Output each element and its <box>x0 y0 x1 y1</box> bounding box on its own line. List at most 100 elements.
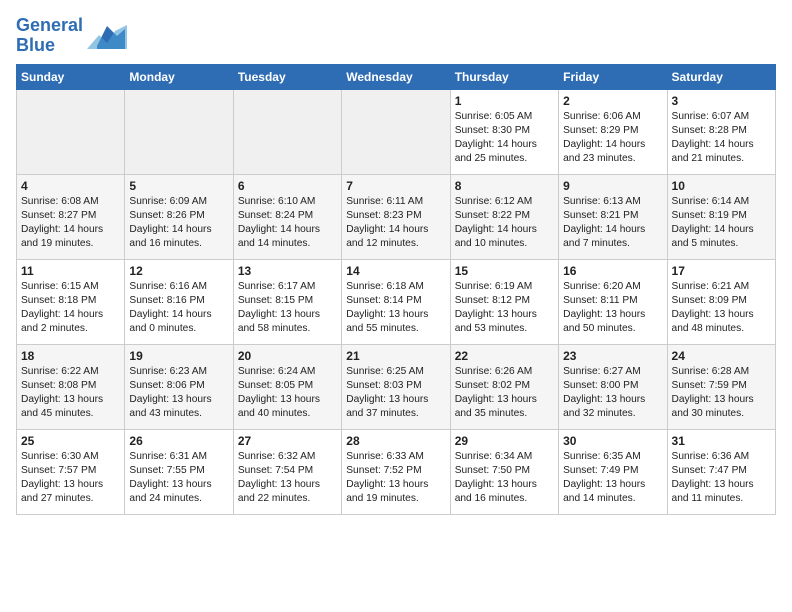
day-number: 26 <box>129 434 228 448</box>
calendar-day: 27 Sunrise: 6:32 AMSunset: 7:54 PMDayligh… <box>233 429 341 514</box>
calendar-day: 22Sunrise: 6:26 AMSunset: 8:02 PMDayligh… <box>450 344 558 429</box>
calendar-day: 25Sunrise: 6:30 AMSunset: 7:57 PMDayligh… <box>17 429 125 514</box>
calendar-day: 19 Sunrise: 6:23 AMSunset: 8:06 PMDayligh… <box>125 344 233 429</box>
calendar-day: 24 Sunrise: 6:28 AMSunset: 7:59 PMDayligh… <box>667 344 775 429</box>
day-info: Sunrise: 6:11 AMSunset: 8:23 PMDaylight:… <box>346 195 445 252</box>
calendar-day <box>233 89 341 174</box>
logo-general: General <box>16 15 83 35</box>
day-number: 12 <box>129 264 228 278</box>
day-number: 19 <box>129 349 228 363</box>
calendar-day: 13 Sunrise: 6:17 AMSunset: 8:15 PMDayligh… <box>233 259 341 344</box>
calendar-day: 2 Sunrise: 6:06 AMSunset: 8:29 PMDaylight… <box>559 89 667 174</box>
day-info: Sunrise: 6:28 AMSunset: 7:59 PMDaylight:… <box>672 365 771 422</box>
day-info: Sunrise: 6:15 AMSunset: 8:18 PMDaylight:… <box>21 280 120 337</box>
calendar-day: 20 Sunrise: 6:24 AMSunset: 8:05 PMDayligh… <box>233 344 341 429</box>
day-info: Sunrise: 6:09 AMSunset: 8:26 PMDaylight:… <box>129 195 228 252</box>
calendar-day: 1 Sunrise: 6:05 AMSunset: 8:30 PMDaylight… <box>450 89 558 174</box>
day-info: Sunrise: 6:07 AMSunset: 8:28 PMDaylight:… <box>672 110 771 167</box>
calendar-day: 3 Sunrise: 6:07 AMSunset: 8:28 PMDaylight… <box>667 89 775 174</box>
day-number: 31 <box>672 434 771 448</box>
weekday-friday: Friday <box>559 64 667 89</box>
day-info: Sunrise: 6:20 AMSunset: 8:11 PMDaylight:… <box>563 280 662 337</box>
logo: General Blue <box>16 16 127 56</box>
day-info: Sunrise: 6:17 AMSunset: 8:15 PMDaylight:… <box>238 280 337 337</box>
day-number: 29 <box>455 434 554 448</box>
day-number: 3 <box>672 94 771 108</box>
weekday-saturday: Saturday <box>667 64 775 89</box>
calendar-week-4: 18 Sunrise: 6:22 AMSunset: 8:08 PMDayligh… <box>17 344 776 429</box>
calendar-day: 10 Sunrise: 6:14 AMSunset: 8:19 PMDayligh… <box>667 174 775 259</box>
day-info: Sunrise: 6:18 AMSunset: 8:14 PMDaylight:… <box>346 280 445 337</box>
day-number: 14 <box>346 264 445 278</box>
logo-icon <box>87 21 127 51</box>
day-number: 15 <box>455 264 554 278</box>
day-number: 1 <box>455 94 554 108</box>
day-number: 18 <box>21 349 120 363</box>
weekday-tuesday: Tuesday <box>233 64 341 89</box>
day-number: 27 <box>238 434 337 448</box>
weekday-monday: Monday <box>125 64 233 89</box>
calendar-day: 23 Sunrise: 6:27 AMSunset: 8:00 PMDayligh… <box>559 344 667 429</box>
weekday-thursday: Thursday <box>450 64 558 89</box>
calendar-week-2: 4 Sunrise: 6:08 AMSunset: 8:27 PMDaylight… <box>17 174 776 259</box>
day-info: Sunrise: 6:31 AMSunset: 7:55 PMDaylight:… <box>129 450 228 507</box>
calendar-day: 5 Sunrise: 6:09 AMSunset: 8:26 PMDaylight… <box>125 174 233 259</box>
day-info: Sunrise: 6:33 AMSunset: 7:52 PMDaylight:… <box>346 450 445 507</box>
day-number: 22 <box>455 349 554 363</box>
day-number: 30 <box>563 434 662 448</box>
day-info: Sunrise: 6:25 AMSunset: 8:03 PMDaylight:… <box>346 365 445 422</box>
day-number: 28 <box>346 434 445 448</box>
day-number: 17 <box>672 264 771 278</box>
day-number: 10 <box>672 179 771 193</box>
day-info: Sunrise: 6:14 AMSunset: 8:19 PMDaylight:… <box>672 195 771 252</box>
day-info: Sunrise: 6:36 AMSunset: 7:47 PMDaylight:… <box>672 450 771 507</box>
calendar-day: 28 Sunrise: 6:33 AMSunset: 7:52 PMDayligh… <box>342 429 450 514</box>
calendar-week-1: 1 Sunrise: 6:05 AMSunset: 8:30 PMDaylight… <box>17 89 776 174</box>
day-info: Sunrise: 6:32 AMSunset: 7:54 PMDaylight:… <box>238 450 337 507</box>
day-info: Sunrise: 6:22 AMSunset: 8:08 PMDaylight:… <box>21 365 120 422</box>
day-number: 13 <box>238 264 337 278</box>
page-header: General Blue <box>16 16 776 56</box>
weekday-wednesday: Wednesday <box>342 64 450 89</box>
day-info: Sunrise: 6:30 AMSunset: 7:57 PMDaylight:… <box>21 450 120 507</box>
calendar-day: 31 Sunrise: 6:36 AMSunset: 7:47 PMDayligh… <box>667 429 775 514</box>
day-number: 7 <box>346 179 445 193</box>
day-number: 21 <box>346 349 445 363</box>
day-number: 20 <box>238 349 337 363</box>
day-number: 5 <box>129 179 228 193</box>
calendar-day: 9Sunrise: 6:13 AMSunset: 8:21 PMDaylight… <box>559 174 667 259</box>
day-number: 2 <box>563 94 662 108</box>
calendar-day: 29Sunrise: 6:34 AMSunset: 7:50 PMDayligh… <box>450 429 558 514</box>
day-info: Sunrise: 6:27 AMSunset: 8:00 PMDaylight:… <box>563 365 662 422</box>
calendar-day: 17Sunrise: 6:21 AMSunset: 8:09 PMDayligh… <box>667 259 775 344</box>
calendar-week-3: 11Sunrise: 6:15 AMSunset: 8:18 PMDayligh… <box>17 259 776 344</box>
day-info: Sunrise: 6:08 AMSunset: 8:27 PMDaylight:… <box>21 195 120 252</box>
calendar-day <box>17 89 125 174</box>
calendar-week-5: 25Sunrise: 6:30 AMSunset: 7:57 PMDayligh… <box>17 429 776 514</box>
day-info: Sunrise: 6:16 AMSunset: 8:16 PMDaylight:… <box>129 280 228 337</box>
day-number: 4 <box>21 179 120 193</box>
day-number: 24 <box>672 349 771 363</box>
day-info: Sunrise: 6:35 AMSunset: 7:49 PMDaylight:… <box>563 450 662 507</box>
day-number: 6 <box>238 179 337 193</box>
calendar-day: 15 Sunrise: 6:19 AMSunset: 8:12 PMDayligh… <box>450 259 558 344</box>
day-info: Sunrise: 6:19 AMSunset: 8:12 PMDaylight:… <box>455 280 554 337</box>
day-info: Sunrise: 6:05 AMSunset: 8:30 PMDaylight:… <box>455 110 554 167</box>
day-info: Sunrise: 6:24 AMSunset: 8:05 PMDaylight:… <box>238 365 337 422</box>
calendar-day: 21 Sunrise: 6:25 AMSunset: 8:03 PMDayligh… <box>342 344 450 429</box>
calendar-day: 12 Sunrise: 6:16 AMSunset: 8:16 PMDayligh… <box>125 259 233 344</box>
day-info: Sunrise: 6:06 AMSunset: 8:29 PMDaylight:… <box>563 110 662 167</box>
calendar-table: SundayMondayTuesdayWednesdayThursdayFrid… <box>16 64 776 515</box>
day-info: Sunrise: 6:10 AMSunset: 8:24 PMDaylight:… <box>238 195 337 252</box>
day-number: 8 <box>455 179 554 193</box>
logo-blue: Blue <box>16 35 55 55</box>
calendar-day <box>342 89 450 174</box>
day-info: Sunrise: 6:23 AMSunset: 8:06 PMDaylight:… <box>129 365 228 422</box>
weekday-header-row: SundayMondayTuesdayWednesdayThursdayFrid… <box>17 64 776 89</box>
day-number: 23 <box>563 349 662 363</box>
calendar-day: 26 Sunrise: 6:31 AMSunset: 7:55 PMDayligh… <box>125 429 233 514</box>
calendar-day: 30 Sunrise: 6:35 AMSunset: 7:49 PMDayligh… <box>559 429 667 514</box>
calendar-day: 11Sunrise: 6:15 AMSunset: 8:18 PMDayligh… <box>17 259 125 344</box>
calendar-day: 8Sunrise: 6:12 AMSunset: 8:22 PMDaylight… <box>450 174 558 259</box>
calendar-day: 16Sunrise: 6:20 AMSunset: 8:11 PMDayligh… <box>559 259 667 344</box>
